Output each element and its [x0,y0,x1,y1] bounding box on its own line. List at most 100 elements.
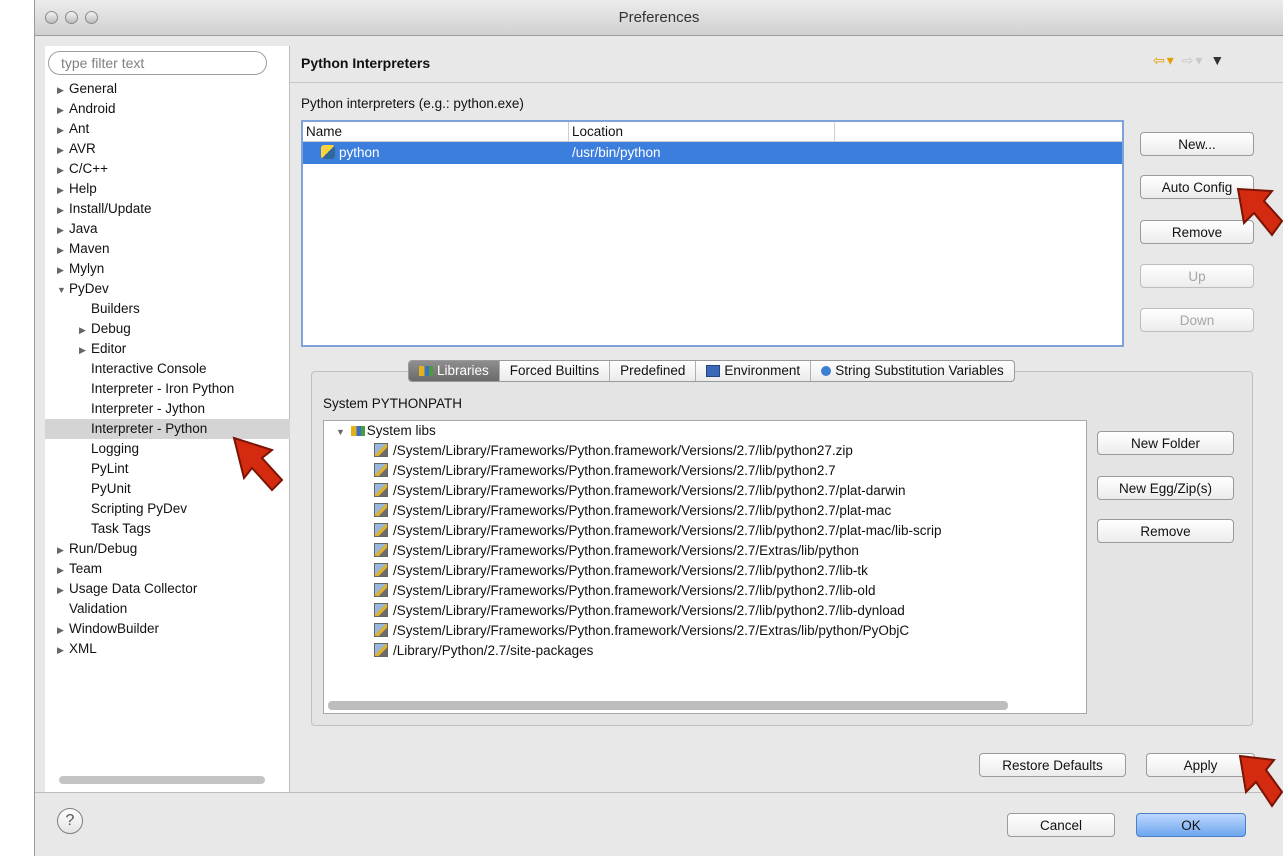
sidebar-item[interactable]: ▶ Debug [45,319,290,339]
collapsed-triangle-icon[interactable]: ▶ [57,260,69,280]
sidebar-item[interactable]: ▶ Usage Data Collector [45,579,290,599]
table-row[interactable]: python /usr/bin/python [303,142,1122,164]
tab-string-substitution[interactable]: String Substitution Variables [811,361,1014,381]
collapsed-triangle-icon[interactable]: ▶ [79,320,91,340]
interpreters-table[interactable]: Name Location python /usr/bin/python [301,120,1124,347]
sidebar-item[interactable]: Scripting PyDev [45,499,290,519]
new-egg-zip-button[interactable]: New Egg/Zip(s) [1097,476,1234,500]
sidebar-item[interactable]: ▼ PyDev [45,279,290,299]
lib-path-label: /System/Library/Frameworks/Python.framew… [393,563,868,578]
sidebar-item[interactable]: ▶ Java [45,219,290,239]
lib-path-label: /System/Library/Frameworks/Python.framew… [393,603,905,618]
library-jar-icon [374,563,388,577]
collapsed-triangle-icon[interactable]: ▶ [57,100,69,120]
sidebar-item-label: Help [69,181,97,196]
sidebar-item[interactable]: ▶ Run/Debug [45,539,290,559]
library-jar-icon [374,503,388,517]
interpreters-label: Python interpreters (e.g.: python.exe) [301,96,524,111]
sidebar-item[interactable]: Interactive Console [45,359,290,379]
collapsed-triangle-icon[interactable]: ▶ [57,200,69,220]
new-folder-button[interactable]: New Folder [1097,431,1234,455]
sidebar-item[interactable]: Builders [45,299,290,319]
view-menu-icon[interactable]: ▼ [1210,52,1226,68]
sidebar-item[interactable]: ▶ General [45,79,290,99]
library-jar-icon [374,463,388,477]
collapsed-triangle-icon[interactable]: ▶ [57,180,69,200]
lib-path-label: /System/Library/Frameworks/Python.framew… [393,443,853,458]
remove-lib-button[interactable]: Remove [1097,519,1234,543]
lib-path-label: /System/Library/Frameworks/Python.framew… [393,583,876,598]
new-interpreter-button[interactable]: New... [1140,132,1254,156]
sidebar-item[interactable]: ▶ Maven [45,239,290,259]
tab-forced-builtins[interactable]: Forced Builtins [500,361,611,381]
cancel-button[interactable]: Cancel [1007,813,1115,837]
column-header-name[interactable]: Name [303,122,569,141]
lib-path-item[interactable]: /System/Library/Frameworks/Python.framew… [324,521,1086,541]
sidebar-item[interactable]: ▶ Android [45,99,290,119]
collapsed-triangle-icon[interactable]: ▶ [57,620,69,640]
forward-arrow-icon[interactable]: ⇨▾ [1182,52,1205,68]
sidebar-item[interactable]: Validation [45,599,290,619]
collapsed-triangle-icon[interactable]: ▶ [57,560,69,580]
sidebar-item[interactable]: ▶ Help [45,179,290,199]
expanded-triangle-icon[interactable]: ▼ [336,427,345,437]
library-jar-icon [374,543,388,557]
lib-path-item[interactable]: /System/Library/Frameworks/Python.framew… [324,501,1086,521]
library-jar-icon [374,583,388,597]
sidebar-item[interactable]: ▶ XML [45,639,290,659]
lib-path-item[interactable]: /Library/Python/2.7/site-packages [324,641,1086,661]
lib-path-item[interactable]: /System/Library/Frameworks/Python.framew… [324,601,1086,621]
environment-icon [706,365,721,377]
lib-path-item[interactable]: /System/Library/Frameworks/Python.framew… [324,481,1086,501]
filter-input[interactable] [48,51,267,75]
collapsed-triangle-icon[interactable]: ▶ [57,80,69,100]
sidebar-item[interactable]: ▶ Install/Update [45,199,290,219]
preferences-sidebar: ▶General▶Android▶Ant▶AVR▶C/C++▶Help▶Inst… [45,46,290,792]
sidebar-item[interactable]: ▶ C/C++ [45,159,290,179]
details-tabs: Libraries Forced Builtins Predefined Env… [408,360,1015,382]
lib-path-item[interactable]: /System/Library/Frameworks/Python.framew… [324,441,1086,461]
lib-path-item[interactable]: /System/Library/Frameworks/Python.framew… [324,461,1086,481]
collapsed-triangle-icon[interactable]: ▶ [57,160,69,180]
sidebar-item-label: Maven [69,241,110,256]
sidebar-item[interactable]: ▶ WindowBuilder [45,619,290,639]
tab-label: Predefined [620,363,686,378]
collapsed-triangle-icon[interactable]: ▶ [57,540,69,560]
lib-path-item[interactable]: /System/Library/Frameworks/Python.framew… [324,581,1086,601]
library-jar-icon [374,483,388,497]
collapsed-triangle-icon[interactable]: ▶ [57,640,69,660]
tab-environment[interactable]: Environment [696,361,812,381]
system-libs-tree[interactable]: ▼ System libs /System/Library/Frameworks… [323,420,1087,714]
sidebar-item[interactable]: ▶ Team [45,559,290,579]
sidebar-item[interactable]: Interpreter - Jython [45,399,290,419]
collapsed-triangle-icon[interactable]: ▶ [57,120,69,140]
collapsed-triangle-icon[interactable]: ▶ [57,240,69,260]
collapsed-triangle-icon[interactable]: ▶ [79,340,91,360]
sidebar-item[interactable]: Interpreter - Iron Python [45,379,290,399]
lib-path-item[interactable]: /System/Library/Frameworks/Python.framew… [324,621,1086,641]
sidebar-item[interactable]: ▶ AVR [45,139,290,159]
ok-button[interactable]: OK [1136,813,1246,837]
sidebar-horizontal-scrollbar[interactable] [59,776,265,784]
sidebar-item[interactable]: Task Tags [45,519,290,539]
up-button[interactable]: Up [1140,264,1254,288]
tab-predefined[interactable]: Predefined [610,361,697,381]
collapsed-triangle-icon[interactable]: ▶ [57,220,69,240]
back-arrow-icon[interactable]: ⇦▾ [1153,52,1176,68]
tab-libraries[interactable]: Libraries [409,361,500,381]
sidebar-item[interactable]: ▶ Editor [45,339,290,359]
restore-defaults-button[interactable]: Restore Defaults [979,753,1126,777]
lib-path-item[interactable]: /System/Library/Frameworks/Python.framew… [324,561,1086,581]
help-icon[interactable]: ? [57,808,83,834]
sidebar-item[interactable]: ▶ Ant [45,119,290,139]
sidebar-item[interactable]: ▶ Mylyn [45,259,290,279]
down-button[interactable]: Down [1140,308,1254,332]
system-libs-node[interactable]: ▼ System libs [324,421,1086,441]
collapsed-triangle-icon[interactable]: ▶ [57,140,69,160]
lib-path-label: /Library/Python/2.7/site-packages [393,643,594,658]
column-header-location[interactable]: Location [569,122,835,141]
libs-horizontal-scrollbar[interactable] [328,701,1008,710]
expanded-triangle-icon[interactable]: ▼ [57,280,69,300]
collapsed-triangle-icon[interactable]: ▶ [57,580,69,600]
lib-path-item[interactable]: /System/Library/Frameworks/Python.framew… [324,541,1086,561]
